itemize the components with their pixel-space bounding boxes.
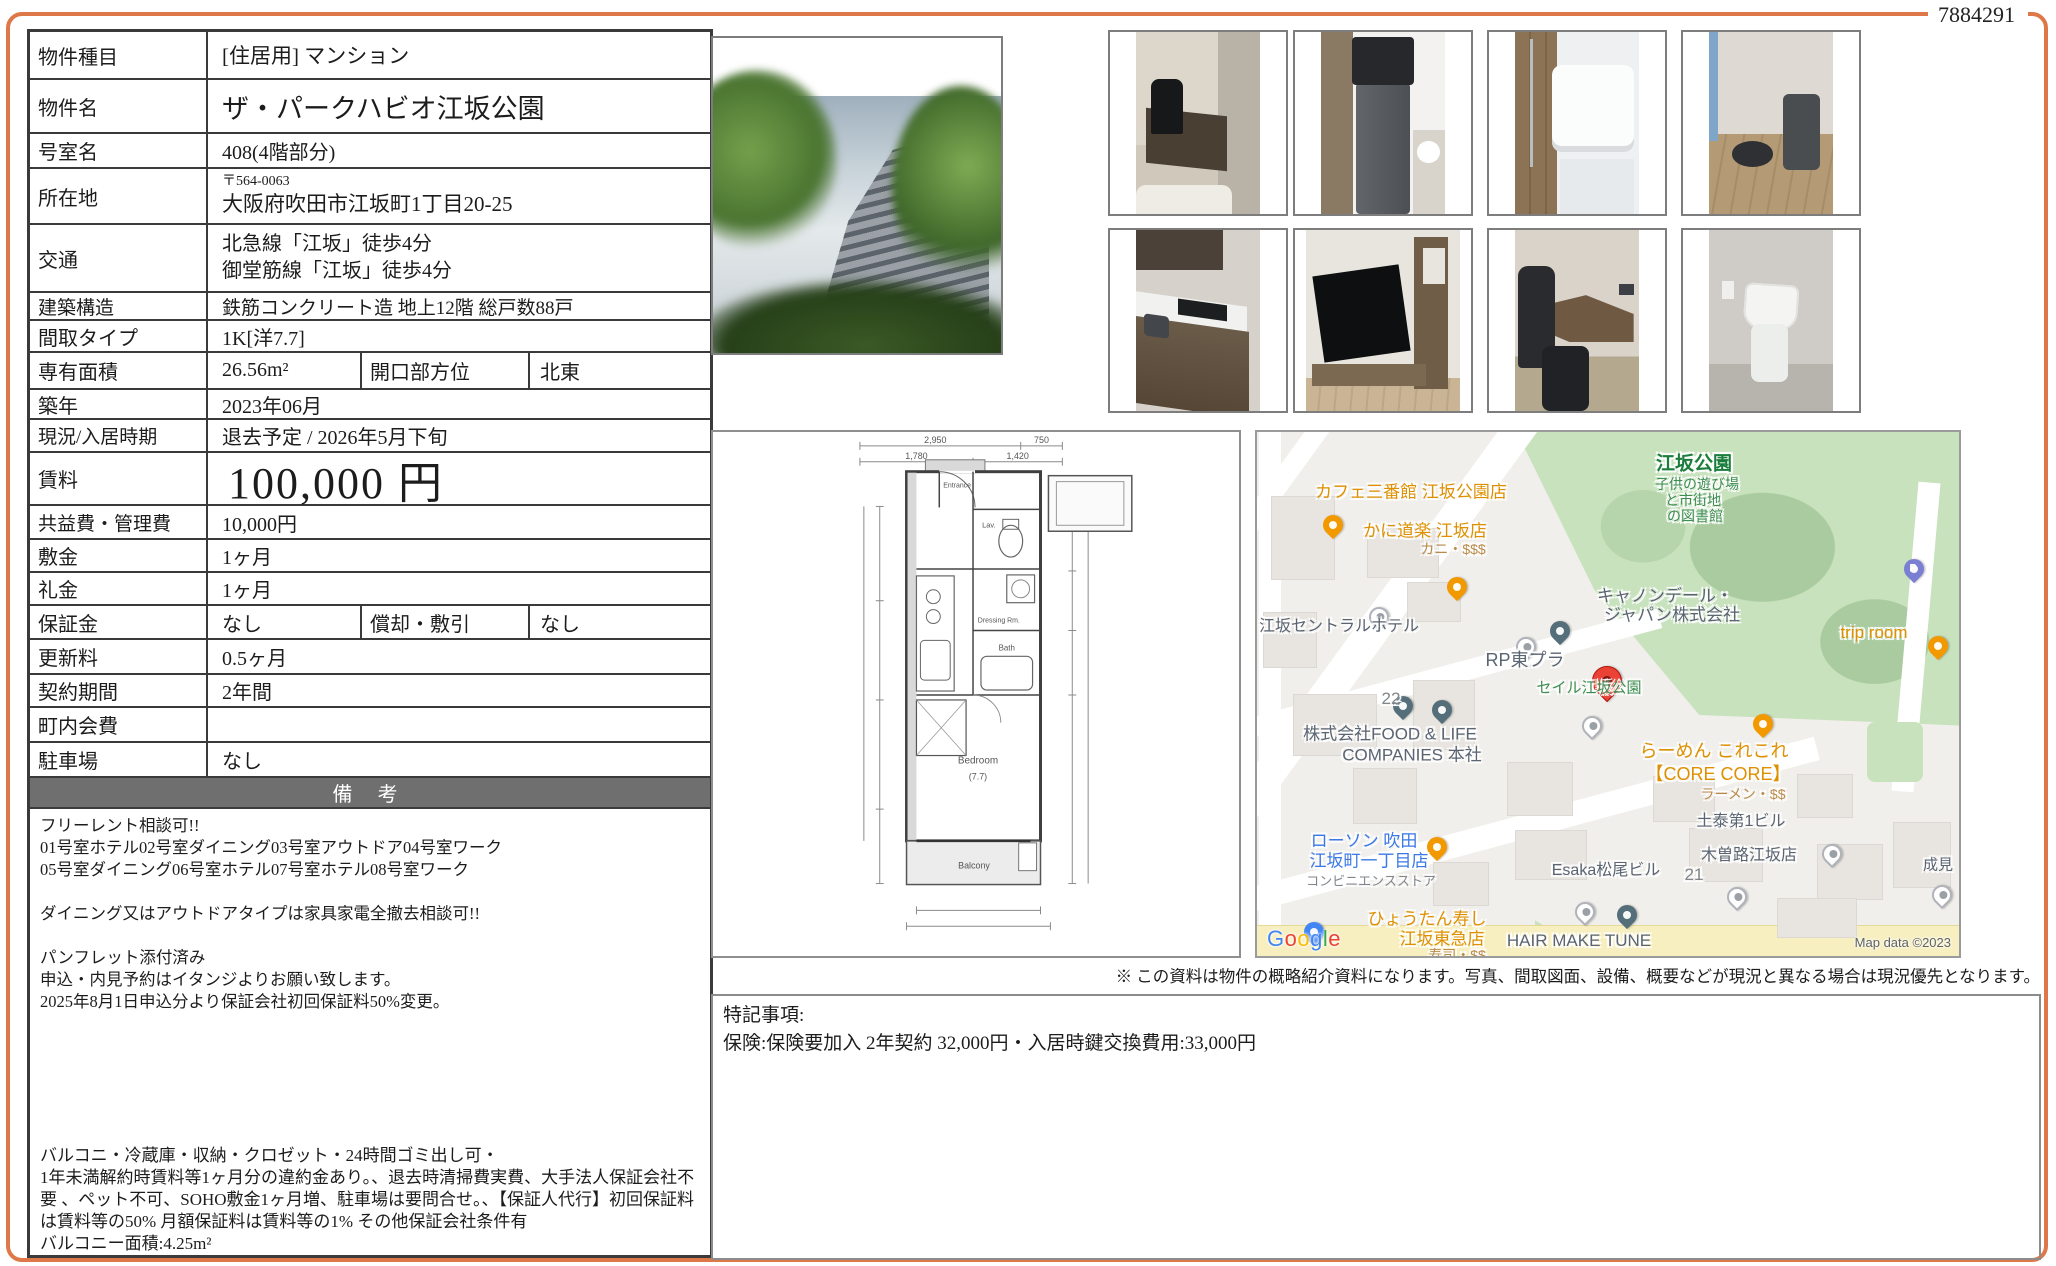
map-label: 成見: [1923, 854, 1953, 875]
floor-plan: 2,950 750 1,780 1,420: [711, 430, 1241, 958]
address: 大阪府吹田市江坂町1丁目20-25: [222, 190, 513, 218]
table-row: 敷金1ヶ月: [30, 540, 710, 573]
property-flyer: 7884291 物件種目[住居用] マンション 物件名ザ・パークハビオ江坂公園 …: [0, 0, 2056, 1266]
map-label: 【CORE CORE】: [1645, 760, 1790, 786]
table-row: 契約期間2年間: [30, 675, 710, 708]
disclaimer-text: ※ この資料は物件の概略紹介資料になります。写真、間取図面、設備、概要などが現況…: [1116, 963, 2040, 987]
thumb-photo-5: [1108, 228, 1288, 413]
doc-id: 7884291: [1938, 2, 2015, 28]
dim-label: 1,780: [905, 451, 927, 461]
map-pin-white: [1723, 883, 1751, 911]
room-label-entrance: Entrance: [943, 483, 971, 490]
room-label-balcony: Balcony: [958, 861, 990, 871]
table-row: 更新料0.5ヶ月: [30, 640, 710, 675]
room-label-bedroom-size: (7.7): [969, 771, 987, 781]
map-label: RP東プラ: [1485, 646, 1564, 672]
postal-code: 〒564-0063: [222, 174, 290, 189]
map-pin-white: [1578, 712, 1606, 740]
room-label-dressing: Dressing Rm.: [978, 618, 1020, 625]
map-label: 寿司・$$: [1428, 945, 1486, 958]
main-photo: [711, 36, 1003, 355]
map-label: 土泰第1ビル: [1697, 807, 1786, 831]
map-label: Esaka松尾ビル: [1552, 856, 1660, 880]
map-label: 江坂セントラルホテル: [1259, 612, 1419, 636]
map-label: コンビニエンスストア: [1306, 871, 1436, 890]
table-row: 礼金1ヶ月: [30, 573, 710, 606]
map: Pカフェ三番館 江坂公園店かに道楽 江坂店カニ・$$$江坂公園子供の遊び場と市街…: [1255, 430, 1961, 958]
remarks-header: 備 考: [30, 778, 710, 809]
thumb-photo-7: [1487, 228, 1667, 413]
map-label: かに道楽 江坂店: [1363, 517, 1487, 542]
photo-foliage-bottom: [711, 281, 1003, 355]
map-label: カニ・$$$: [1420, 539, 1485, 559]
room-label-bath: Bath: [999, 643, 1015, 652]
table-row: 物件名ザ・パークハビオ江坂公園: [30, 80, 710, 134]
map-label: ジャパン株式会社: [1604, 601, 1740, 626]
map-label: カフェ三番館 江坂公園店: [1315, 478, 1507, 503]
rent-amount: 100,000 円: [208, 453, 710, 504]
map-label: の図書館: [1667, 506, 1723, 526]
floor-plan-drawing: 2,950 750 1,780 1,420: [713, 432, 1239, 956]
thumb-photo-3: [1487, 30, 1667, 216]
dim-label: 1,420: [1007, 451, 1029, 461]
map-label: セイル江坂公園: [1536, 677, 1641, 698]
table-row: 間取タイプ1K[洋7.7]: [30, 321, 710, 353]
room-label-lav: Lav.: [982, 520, 996, 529]
dim-label: 2,950: [924, 435, 946, 445]
room-label-bedroom: Bedroom: [958, 755, 998, 766]
map-label: trip room: [1840, 623, 1907, 643]
table-row: 町内会費: [30, 708, 710, 743]
map-label: 江坂町一丁目店: [1310, 847, 1429, 872]
photo-sky: [713, 96, 1001, 353]
thumb-photo-8: [1681, 228, 1861, 413]
table-row: 専有面積 26.56m²開口部方位北東: [30, 353, 710, 390]
remarks-top-text: フリーレント相談可!! 01号室ホテル02号室ダイニング03号室アウトドア04号…: [40, 815, 702, 1012]
remarks-box: フリーレント相談可!! 01号室ホテル02号室ダイニング03号室アウトドア04号…: [30, 809, 710, 1259]
table-row: 共益費・管理費10,000円: [30, 506, 710, 540]
map-attribution: Map data ©2023: [1855, 935, 1951, 950]
map-label: 21: [1685, 865, 1704, 885]
thumb-photo-1: [1108, 30, 1288, 216]
map-label: 木曽路江坂店: [1701, 841, 1797, 865]
table-row: 建築構造鉄筋コンクリート造 地上12階 総戸数88戸: [30, 293, 710, 321]
photo-tree-left: [711, 70, 837, 250]
table-row: 物件種目[住居用] マンション: [30, 32, 710, 80]
thumb-photo-2: [1293, 30, 1473, 216]
dim-label: 750: [1034, 435, 1049, 445]
table-row: 交通 北急線「江坂」徒歩4分御堂筋線「江坂」徒歩4分: [30, 225, 710, 293]
table-row: 保証金 なし償却・敷引なし: [30, 606, 710, 640]
special-notes-box: 特記事項: 保険:保険要加入 2年契約 32,000円・入居時鍵交換費用:33,…: [711, 994, 2041, 1260]
table-row rent-row: 賃料100,000 円: [30, 453, 710, 506]
map-label: ラーメン・$$: [1700, 784, 1785, 804]
map-pin-white: [1571, 898, 1599, 926]
remarks-bottom-text: バルコニ・冷蔵庫・収納・クロゼット・24時間ゴミ出し可・ 1年未満解約時賃料等1…: [40, 1145, 702, 1255]
map-label: 江坂公園: [1656, 449, 1732, 476]
map-park-small: [1867, 722, 1923, 782]
map-label: COMPANIES 本社: [1342, 741, 1481, 766]
table-row: 号室名408(4階部分): [30, 134, 710, 169]
property-table: 物件種目[住居用] マンション 物件名ザ・パークハビオ江坂公園 号室名408(4…: [27, 29, 713, 1258]
map-label: HAIR MAKE TUNE: [1507, 931, 1651, 951]
map-label: 22: [1382, 689, 1401, 709]
google-logo: Google: [1267, 926, 1341, 952]
thumb-photo-4: [1681, 30, 1861, 216]
table-row: 築年2023年06月: [30, 390, 710, 420]
thumb-photo-6: [1293, 228, 1473, 413]
table-row: 駐車場なし: [30, 743, 710, 778]
table-row: 所在地 〒564-0063大阪府吹田市江坂町1丁目20-25: [30, 169, 710, 225]
